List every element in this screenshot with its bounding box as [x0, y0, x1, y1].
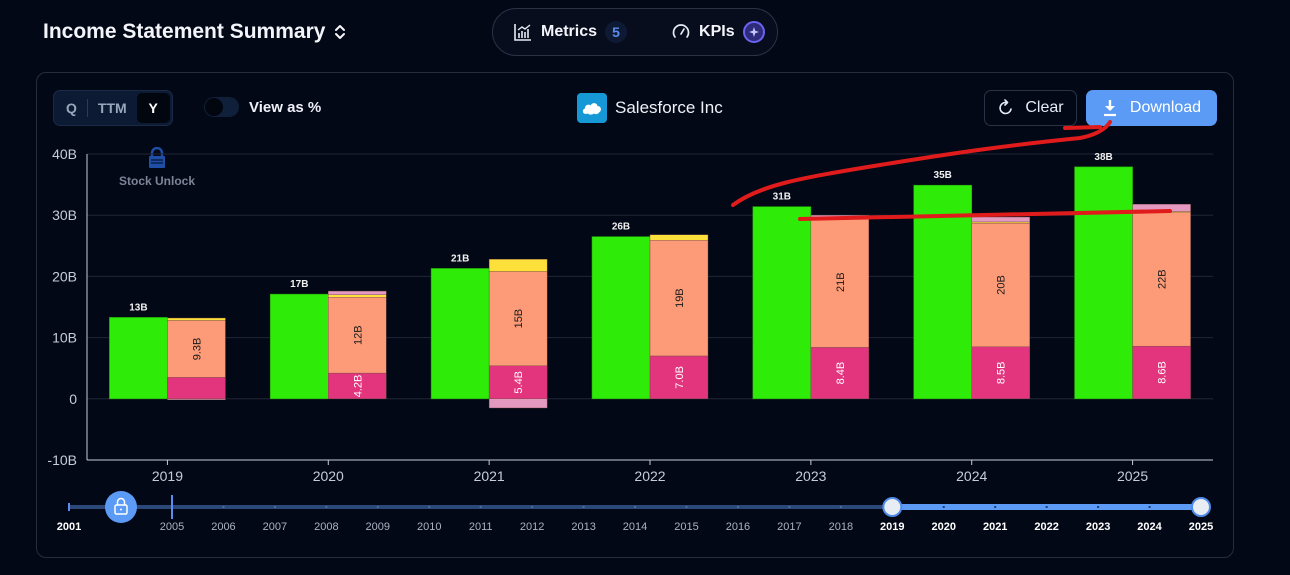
slider-tick [736, 506, 739, 508]
slider-tick [634, 506, 637, 508]
slider-tick [994, 506, 997, 508]
timeline-year-label: 2020 [932, 521, 956, 533]
timeline-year-label: 2024 [1137, 521, 1162, 533]
timeline-year-label: 2017 [777, 521, 801, 533]
slider-tick [273, 506, 276, 508]
timeline-year-label: 2001 [57, 521, 81, 533]
slider-tick [325, 506, 328, 508]
timeline-year-label: 2015 [674, 521, 698, 533]
timeline-year-label: 2023 [1086, 521, 1110, 533]
timeline-year-label: 2011 [469, 521, 493, 533]
range-start-handle[interactable] [882, 497, 903, 517]
slider-tick [1045, 506, 1048, 508]
timeline-year-label: 2014 [623, 521, 647, 533]
slider-tick [222, 506, 225, 508]
slider-tick [1097, 506, 1100, 508]
timeline-year-label: 2016 [726, 521, 750, 533]
slider-tick [479, 506, 482, 508]
slider-tick [942, 506, 945, 508]
timeline-year-label: 2019 [880, 521, 904, 533]
range-end-handle[interactable] [1191, 497, 1211, 517]
timeline-year-label: 2010 [417, 521, 441, 533]
timeline-year-label: 2021 [983, 521, 1007, 533]
timeline-year-label: 2005 [160, 521, 184, 533]
timeline-year-label: 2013 [571, 521, 595, 533]
timeline-year-label: 2012 [520, 521, 544, 533]
timeline-year-label: 2006 [211, 521, 235, 533]
slider-tick [685, 506, 688, 508]
timeline-year-label: 2018 [829, 521, 853, 533]
timeline-year-label: 2025 [1189, 521, 1213, 533]
timeline-year-label: 2022 [1034, 521, 1058, 533]
slider-tick [428, 506, 431, 508]
slider-tick [531, 506, 534, 508]
year-range-slider[interactable]: 2001 2005 2006 2007 2008 2009 2010 2011 2012 2013… [0, 0, 1290, 575]
lock-icon-keyhole [120, 508, 122, 511]
timeline-year-label: 2007 [263, 521, 287, 533]
slider-lock-handle[interactable] [105, 491, 137, 523]
slider-tick [839, 506, 842, 508]
slider-tick [788, 506, 791, 508]
timeline-year-label: 2008 [314, 521, 338, 533]
slider-tick [376, 506, 379, 508]
slider-tick [1148, 506, 1151, 508]
timeline-year-label: 2009 [366, 521, 390, 533]
slider-tick [582, 506, 585, 508]
